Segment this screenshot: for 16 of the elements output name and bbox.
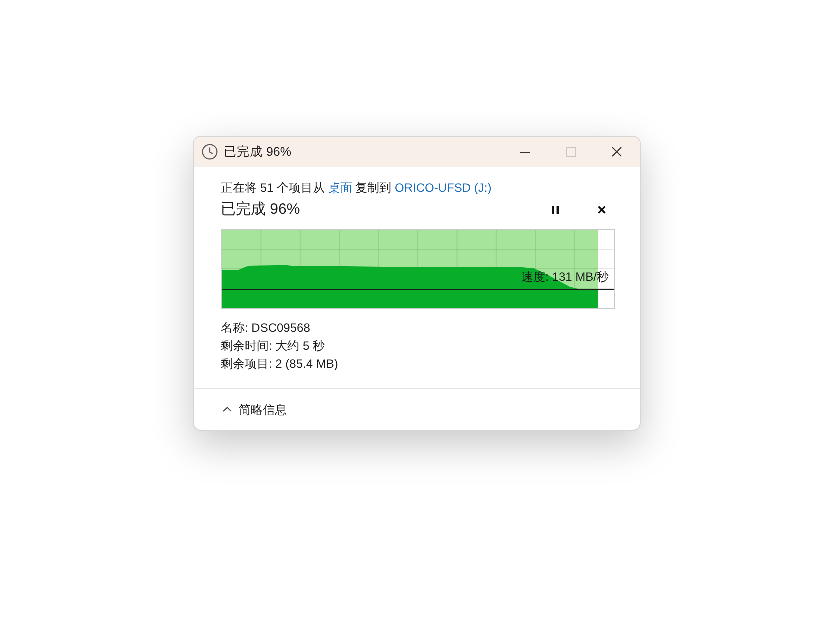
detail-text: 剩余时间: 大约 5 秒 <box>221 338 326 355</box>
copy-summary-text: 正在将 51 个项目从 桌面 复制到 ORICO-UFSD (J:) <box>221 180 493 196</box>
speed-label: 速度: 131 MB/秒 <box>522 269 609 285</box>
destination-link[interactable]: ORICO-UFSD (J:) <box>395 181 492 195</box>
window-title: 已完成 96% <box>224 144 292 160</box>
detail-text: 名称: DSC09568 <box>221 320 312 337</box>
maximize-icon <box>566 147 576 157</box>
progress-heading: 已完成 96% <box>221 200 300 220</box>
chevron-up-icon <box>223 407 232 412</box>
details-toggle-button[interactable]: 简略信息 <box>223 402 287 418</box>
close-icon <box>612 147 622 157</box>
pause-icon <box>552 206 558 214</box>
close-icon <box>598 206 606 214</box>
clock-icon <box>202 144 218 160</box>
detail-text: 剩余项目: 2 (85.4 MB) <box>221 356 340 373</box>
source-link[interactable]: 桌面 <box>328 181 352 195</box>
